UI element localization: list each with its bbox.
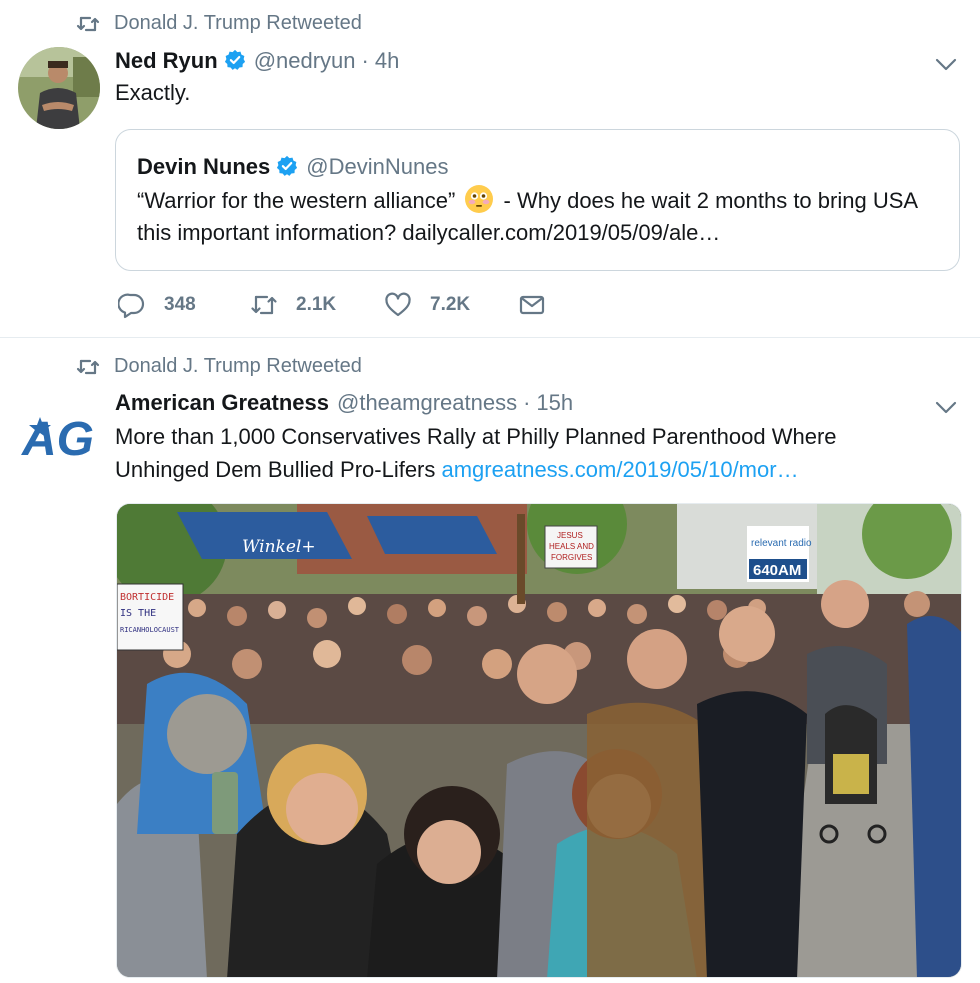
sign-jesus-line-3: FORGIVES	[551, 553, 592, 562]
reply-icon	[118, 293, 145, 319]
separator: ·	[361, 48, 369, 73]
chevron-down-icon[interactable]	[934, 52, 958, 76]
handle[interactable]: @theamgreatness	[337, 390, 517, 416]
awning-text: Winkel+	[242, 537, 316, 557]
quoted-tweet[interactable]: Devin Nunes @DevinNunes “Warrior for the…	[115, 129, 960, 271]
verified-badge-icon	[224, 49, 245, 70]
flushed-face-emoji-icon	[465, 185, 494, 213]
tweet-ned-ryun[interactable]: Donald J. Trump Retweeted Ned Ryun @nedr…	[0, 0, 980, 338]
retweet-button[interactable]: 2.1K	[250, 291, 384, 319]
mail-icon	[519, 295, 545, 315]
sign-left-line-3: RICANHOLOCAUST	[120, 626, 180, 634]
avatar[interactable]	[18, 47, 100, 129]
retweet-count: 2.1K	[296, 294, 337, 315]
retweet-icon	[251, 295, 277, 315]
sign-left-line-1: BORTICIDE	[120, 592, 174, 603]
retweet-context: Donald J. Trump Retweeted	[76, 355, 362, 378]
display-name[interactable]: American Greatness	[115, 390, 329, 416]
direct-message-button[interactable]	[518, 291, 564, 319]
reply-count: 348	[164, 294, 196, 315]
avatar[interactable]: AG	[18, 399, 100, 481]
display-name[interactable]: Ned Ryun	[115, 48, 218, 74]
tweet-american-greatness[interactable]: Donald J. Trump Retweeted AG American Gr…	[0, 339, 980, 983]
like-count: 7.2K	[430, 294, 471, 315]
quoted-text-start: “Warrior for the western alliance”	[137, 188, 456, 213]
like-button[interactable]: 7.2K	[384, 291, 518, 319]
quoted-handle: @DevinNunes	[306, 154, 449, 179]
ag-logo-icon: AG	[21, 413, 94, 466]
separator: ·	[523, 390, 531, 415]
retweet-icon	[76, 359, 100, 374]
tweet-actions: 348 2.1K 7.2K	[118, 291, 564, 319]
retweet-label: Donald J. Trump Retweeted	[114, 12, 362, 34]
sign-left-line-2: IS THE	[120, 608, 156, 619]
article-link[interactable]: amgreatness.com/2019/05/10/mor…	[442, 457, 799, 482]
retweet-icon	[76, 16, 100, 31]
handle[interactable]: @nedryun	[254, 48, 356, 74]
chevron-down-icon[interactable]	[934, 395, 958, 419]
sign-jesus-line-2: HEALS AND	[549, 542, 594, 551]
reply-button[interactable]: 348	[118, 291, 250, 319]
tweet-text: More than 1,000 Conservatives Rally at P…	[115, 420, 915, 486]
radio-brand: relevant radio	[751, 538, 812, 549]
quoted-tweet-header: Devin Nunes @DevinNunes	[137, 152, 448, 180]
quoted-display-name: Devin Nunes	[137, 154, 271, 179]
tweet-header: Ned Ryun @nedryun · 4h	[115, 46, 399, 74]
tweet-text: Exactly.	[115, 80, 191, 105]
retweet-label: Donald J. Trump Retweeted	[114, 355, 362, 377]
retweet-context: Donald J. Trump Retweeted	[76, 12, 362, 35]
logo-text: AG	[21, 413, 94, 466]
radio-freq: 640AM	[753, 562, 801, 579]
sign-jesus-line-1: JESUS	[557, 531, 583, 540]
timestamp[interactable]: 4h	[375, 48, 399, 74]
verified-badge-icon	[277, 155, 298, 176]
heart-icon	[385, 292, 411, 317]
tweet-header: American Greatness @theamgreatness · 15h	[115, 390, 573, 416]
quoted-tweet-text: “Warrior for the western alliance” - Why…	[137, 185, 937, 249]
timestamp[interactable]: 15h	[536, 390, 573, 416]
tweet-photo[interactable]: Winkel+ relevant radio 640AM BORTICIDE I…	[116, 503, 962, 978]
